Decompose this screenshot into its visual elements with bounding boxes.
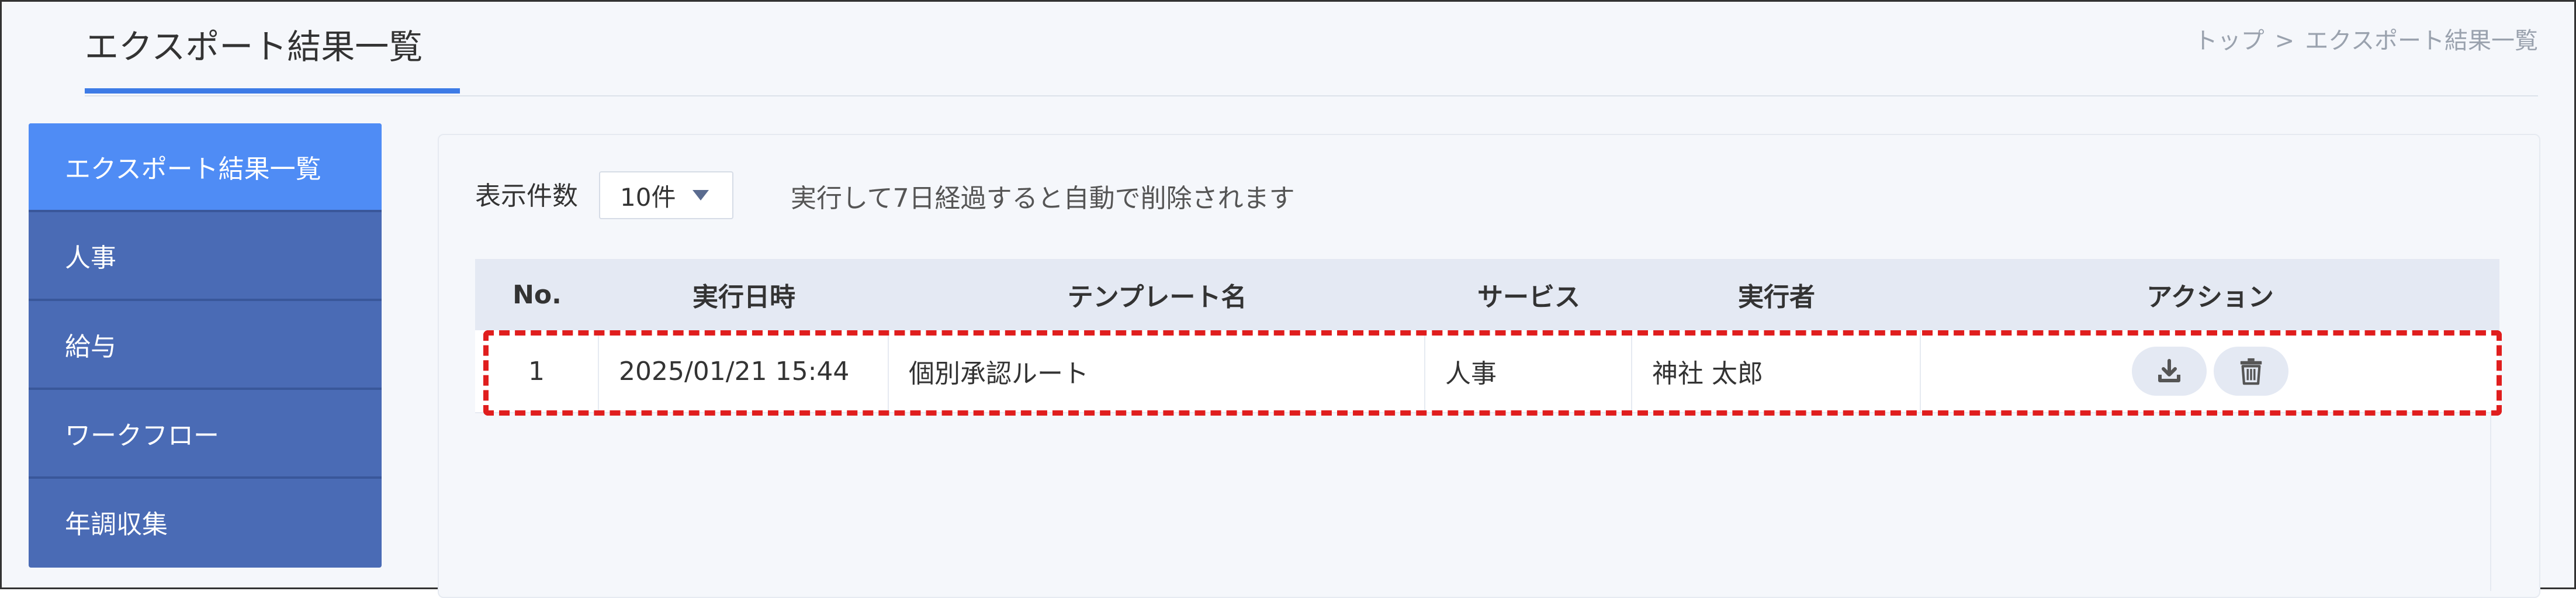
app-frame: エクスポート結果一覧 トップ > エクスポート結果一覧 エクスポート結果一覧 人事 …	[0, 0, 2576, 598]
column-header-executed-at: 実行日時	[693, 282, 795, 312]
page-size-value: 10件	[620, 182, 676, 212]
retention-note: 実行して7日経過すると自動で削除されます	[791, 184, 1295, 213]
sidebar-item-export-results[interactable]: エクスポート結果一覧	[29, 123, 382, 212]
breadcrumb-top-link[interactable]: トップ	[2194, 27, 2265, 54]
column-header-service: サービス	[1477, 282, 1580, 312]
page-title: エクスポート結果一覧	[85, 27, 423, 67]
export-results-table: No. 実行日時 テンプレート名 サービス 実行者 アクション 1 2025/0…	[475, 259, 2499, 413]
cell-executor: 神社 太郎	[1632, 330, 1921, 412]
table-header: No. 実行日時 テンプレート名 サービス 実行者 アクション	[475, 259, 2499, 330]
download-icon	[2158, 359, 2180, 382]
sidebar-item-hr[interactable]: 人事	[29, 212, 382, 301]
sidebar-item-label: 年調収集	[65, 510, 168, 540]
cell-service: 人事	[1425, 330, 1632, 412]
header-divider	[85, 95, 2538, 96]
sidebar-item-workflow[interactable]: ワークフロー	[29, 390, 382, 479]
column-header-actions: アクション	[2146, 282, 2274, 312]
table-edge	[2490, 411, 2491, 591]
breadcrumb-separator: >	[2274, 27, 2295, 54]
cell-template: 個別承認ルート	[889, 330, 1425, 412]
download-button[interactable]	[2132, 347, 2207, 396]
column-header-template: テンプレート名	[1067, 282, 1247, 312]
breadcrumb-current: エクスポート結果一覧	[2305, 27, 2538, 54]
sidebar-item-label: 人事	[65, 243, 116, 273]
page-size-label: 表示件数	[475, 181, 578, 211]
trash-icon	[2240, 358, 2262, 385]
table-row: 1 2025/01/21 15:44 個別承認ルート 人事 神社 太郎	[475, 330, 2499, 413]
sidebar: エクスポート結果一覧 人事 給与 ワークフロー 年調収集	[29, 123, 382, 568]
sidebar-item-label: エクスポート結果一覧	[65, 154, 321, 184]
delete-button[interactable]	[2214, 347, 2288, 396]
sidebar-item-label: 給与	[65, 332, 116, 362]
breadcrumb: トップ > エクスポート結果一覧	[2194, 22, 2538, 56]
sidebar-item-year-end-collection[interactable]: 年調収集	[29, 479, 382, 565]
cell-no: 1	[475, 330, 599, 412]
title-underline	[85, 88, 460, 94]
column-header-executor: 実行者	[1738, 282, 1815, 312]
sidebar-item-label: ワークフロー	[65, 421, 219, 451]
cell-executed-at: 2025/01/21 15:44	[599, 330, 889, 412]
column-header-no: No.	[513, 279, 562, 310]
chevron-down-icon	[693, 190, 709, 201]
page-size-select[interactable]: 10件	[599, 171, 733, 219]
cell-actions	[1921, 330, 2499, 412]
sidebar-item-payroll[interactable]: 給与	[29, 301, 382, 390]
